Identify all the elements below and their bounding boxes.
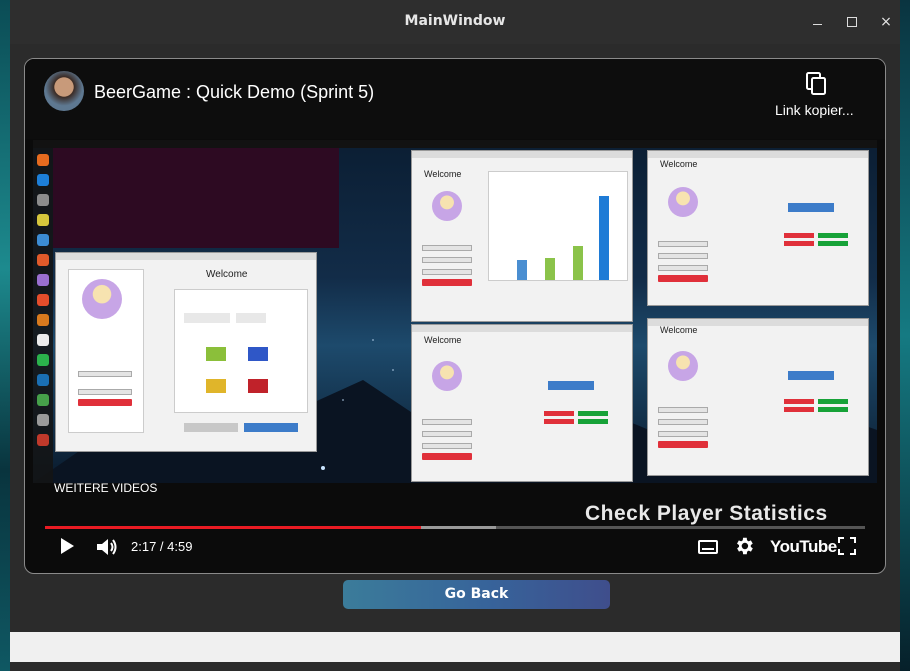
- close-icon[interactable]: ×: [876, 12, 896, 32]
- app-window-wholesaler: Welcome: [647, 150, 869, 306]
- terminal-window: [53, 148, 339, 248]
- play-icon[interactable]: [61, 538, 74, 554]
- copy-icon[interactable]: [806, 72, 828, 96]
- os-dock: [33, 148, 53, 483]
- minimize-icon[interactable]: [808, 12, 828, 32]
- app-window-statistics: Welcome: [411, 150, 633, 322]
- volume-icon[interactable]: [96, 537, 118, 557]
- channel-avatar[interactable]: [44, 71, 84, 111]
- settings-icon[interactable]: [733, 535, 755, 557]
- title-bar: MainWindow ×: [10, 0, 900, 44]
- window-title: MainWindow: [404, 13, 506, 29]
- os-top-bar: [33, 140, 877, 148]
- fullscreen-icon[interactable]: [838, 537, 856, 555]
- app-window-distributor: Welcome: [411, 324, 633, 482]
- video-player[interactable]: BeerGame : Quick Demo (Sprint 5) Link ko…: [24, 58, 886, 574]
- main-window: MainWindow × BeerGame : Quick Demo (Spri…: [10, 0, 900, 671]
- video-title[interactable]: BeerGame : Quick Demo (Sprint 5): [94, 82, 374, 103]
- time-display: 2:17 / 4:59: [131, 539, 193, 554]
- more-videos-label[interactable]: WEITERE VIDEOS: [54, 481, 157, 495]
- go-back-button[interactable]: Go Back: [343, 580, 610, 609]
- desktop-wallpaper-right: [900, 0, 910, 671]
- video-frame-content[interactable]: Welcome Welcome Welcome Welcome Welcome: [33, 140, 877, 483]
- video-caption: Check Player Statistics: [585, 502, 828, 525]
- maximize-icon[interactable]: [842, 12, 862, 32]
- desktop-wallpaper-left: [0, 0, 10, 671]
- subtitles-icon[interactable]: [698, 540, 718, 554]
- progress-bar[interactable]: [45, 526, 865, 529]
- copy-link-label[interactable]: Link kopier...: [775, 102, 854, 118]
- progress-played: [45, 526, 421, 529]
- video-header: BeerGame : Quick Demo (Sprint 5) Link ko…: [25, 59, 885, 139]
- youtube-logo[interactable]: YouTube: [770, 537, 837, 557]
- player-controls: 2:17 / 4:59 YouTube: [25, 533, 885, 561]
- app-window-factory: Welcome: [647, 318, 869, 476]
- app-window-server: Welcome: [55, 252, 317, 452]
- status-bar: [10, 632, 900, 662]
